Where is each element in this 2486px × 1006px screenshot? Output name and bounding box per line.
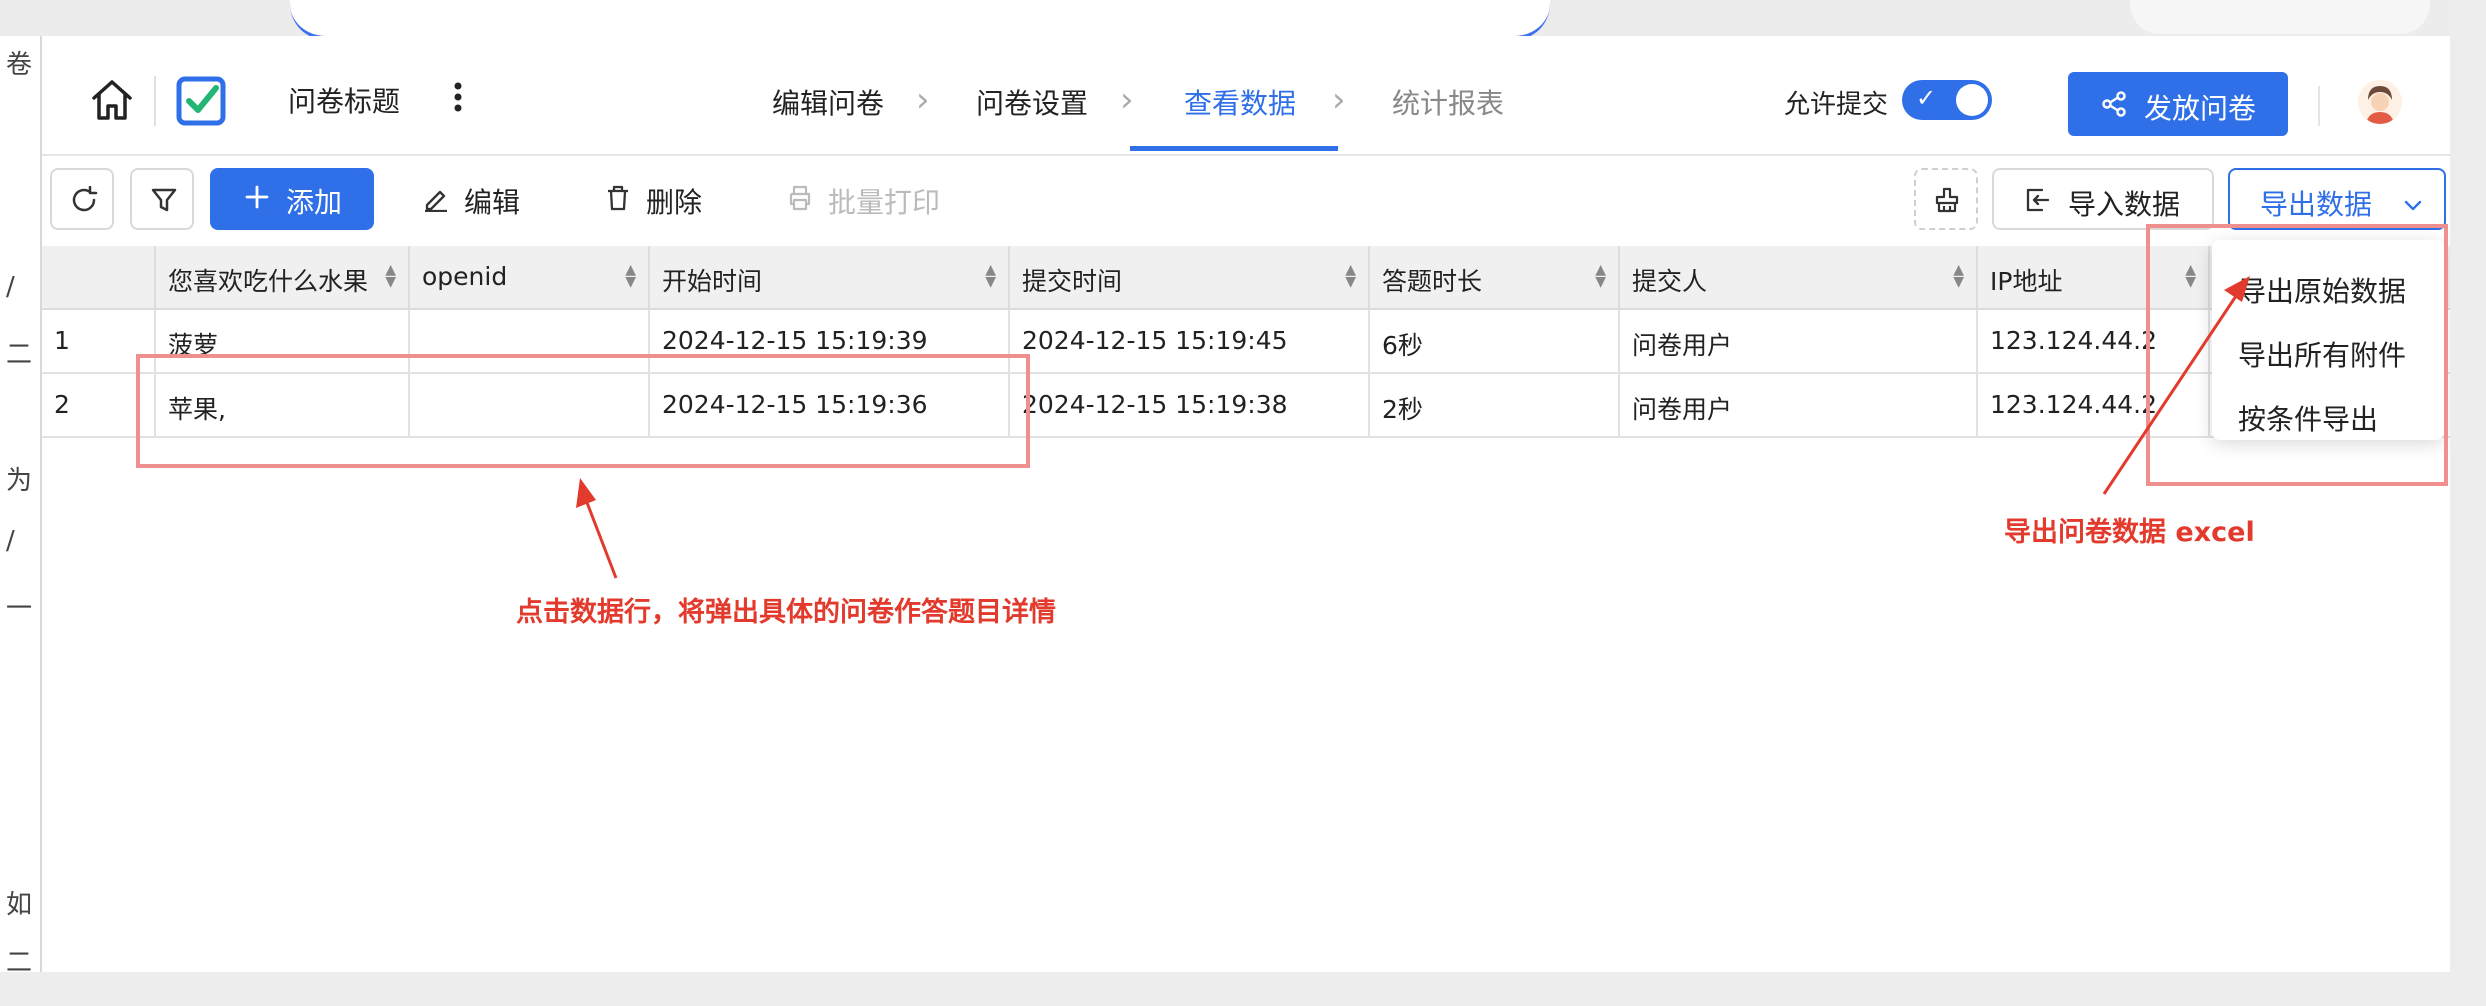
annotation-export-note: 导出问卷数据 excel (2004, 517, 2255, 548)
annotation-arrowhead (576, 478, 596, 508)
annotation-row-click-note: 点击数据行，将弹出具体的问卷作答题目详情 (516, 597, 1056, 628)
annotation-arrow-line (2102, 295, 2238, 495)
annotation-arrows (576, 276, 2250, 579)
annotation-arrow-line (584, 499, 618, 579)
annotation-arrowhead (2224, 276, 2250, 302)
